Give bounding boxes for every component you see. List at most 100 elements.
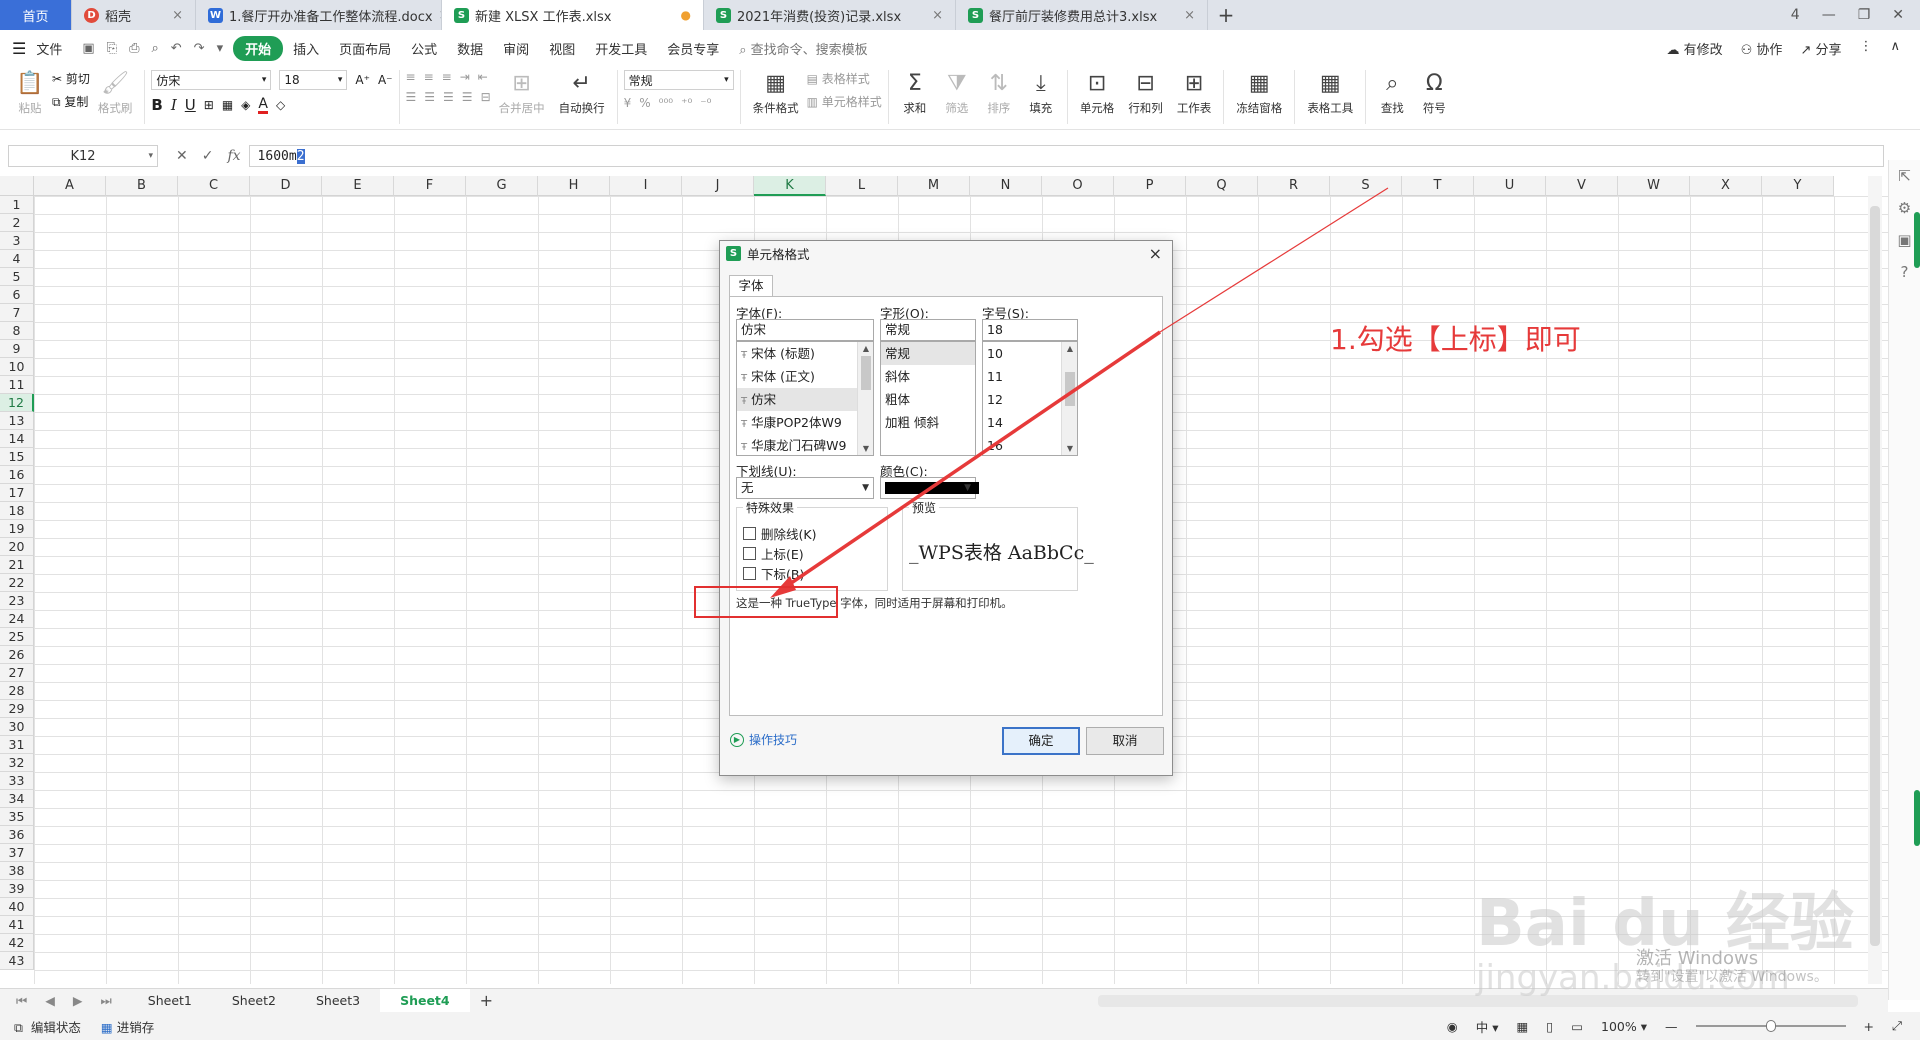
table-tools-button[interactable]: ▦ 表格工具	[1301, 70, 1359, 116]
conditional-format-button[interactable]: ▦ 条件格式	[747, 70, 805, 116]
column-header-N[interactable]: N	[970, 176, 1042, 196]
tab-5[interactable]: 审阅	[493, 39, 539, 58]
align-left-icon[interactable]: ☰	[406, 90, 417, 104]
select-all-corner[interactable]	[0, 176, 34, 196]
format-painter-button[interactable]: 🖌 格式刷	[92, 70, 139, 116]
first-sheet-icon[interactable]: ⏮	[16, 993, 27, 1009]
menu-right-1[interactable]: ⚇ 协作	[1741, 39, 1783, 58]
row-header-10[interactable]: 10	[0, 358, 34, 376]
last-sheet-icon[interactable]: ⏭	[101, 993, 112, 1009]
row-header-4[interactable]: 4	[0, 250, 34, 268]
row-header-42[interactable]: 42	[0, 934, 34, 952]
tab-7[interactable]: 开发工具	[585, 39, 657, 58]
column-header-K[interactable]: K	[754, 176, 826, 196]
row-header-26[interactable]: 26	[0, 646, 34, 664]
freeze-panes-button[interactable]: ▦ 冻结窗格	[1230, 70, 1288, 116]
row-header-21[interactable]: 21	[0, 556, 34, 574]
row-header-6[interactable]: 6	[0, 286, 34, 304]
hamburger-icon[interactable]: ☰	[12, 39, 26, 58]
row-header-43[interactable]: 43	[0, 952, 34, 970]
column-header-T[interactable]: T	[1402, 176, 1474, 196]
prev-sheet-icon[interactable]: ◀	[45, 993, 55, 1009]
column-header-L[interactable]: L	[826, 176, 898, 196]
vertical-scrollbar[interactable]	[1868, 176, 1882, 984]
number-format-select[interactable]: 常规 ▾	[623, 70, 734, 90]
column-header-Y[interactable]: Y	[1762, 176, 1834, 196]
merge-center-button[interactable]: ⊞ 合并居中	[493, 70, 551, 116]
percent-icon[interactable]: %	[639, 96, 650, 110]
restore-icon[interactable]: ❐	[1858, 7, 1871, 23]
checkbox-box[interactable]	[743, 567, 756, 580]
row-header-20[interactable]: 20	[0, 538, 34, 556]
list-item[interactable]: 斜体	[881, 365, 975, 388]
column-header-S[interactable]: S	[1330, 176, 1402, 196]
tab-0[interactable]: 开始	[233, 35, 284, 61]
redo-icon[interactable]: ↷	[194, 41, 205, 56]
minimize-icon[interactable]: —	[1822, 7, 1836, 23]
style-list[interactable]: 常规 斜体 粗体 加粗 倾斜	[880, 341, 976, 456]
page-layout-icon[interactable]: ▯	[1546, 1019, 1553, 1034]
scrollbar-thumb[interactable]	[861, 356, 871, 390]
row-header-25[interactable]: 25	[0, 628, 34, 646]
row-header-1[interactable]: 1	[0, 196, 34, 214]
align-middle-icon[interactable]: ≡	[424, 70, 434, 84]
row-header-34[interactable]: 34	[0, 790, 34, 808]
print-icon[interactable]: ⎙	[129, 41, 139, 56]
row-header-27[interactable]: 27	[0, 664, 34, 682]
rows-cols-button[interactable]: ⊟ 行和列	[1122, 70, 1169, 116]
close-icon[interactable]: ×	[932, 8, 943, 23]
document-tab[interactable]: S 餐厅前厅装修费用总计3.xlsx ×	[956, 0, 1208, 30]
row-header-11[interactable]: 11	[0, 376, 34, 394]
fill-pattern-icon[interactable]: ▦	[222, 98, 233, 112]
ok-button[interactable]: 确定	[1002, 727, 1080, 755]
row-header-31[interactable]: 31	[0, 736, 34, 754]
list-item[interactable]: Ŧ 华康POP2体W9	[737, 411, 873, 434]
more-icon[interactable]: ⋮	[1859, 39, 1872, 58]
increase-decimal-icon[interactable]: ⁺⁰	[681, 96, 692, 110]
fullscreen-icon[interactable]: ⤢	[1892, 1018, 1902, 1034]
align-right-icon[interactable]: ☰	[443, 90, 454, 104]
row-header-3[interactable]: 3	[0, 232, 34, 250]
close-window-icon[interactable]: ✕	[1892, 7, 1904, 23]
underline-button[interactable]: U	[185, 96, 196, 114]
cells-button[interactable]: ⊡ 单元格	[1074, 70, 1121, 116]
size-input[interactable]: 18	[982, 319, 1078, 341]
style-input[interactable]: 常规	[880, 319, 976, 341]
list-item[interactable]: Ŧ 华康龙门石碑W9	[737, 434, 873, 455]
increase-font-icon[interactable]: A⁺	[355, 73, 370, 87]
column-header-C[interactable]: C	[178, 176, 250, 196]
column-header-B[interactable]: B	[106, 176, 178, 196]
column-header-Q[interactable]: Q	[1186, 176, 1258, 196]
cut-button[interactable]: ✂ 剪切	[52, 70, 90, 87]
column-header-A[interactable]: A	[34, 176, 106, 196]
row-header-40[interactable]: 40	[0, 898, 34, 916]
worksheet-button[interactable]: ⊞ 工作表	[1171, 70, 1218, 116]
scrollbar-thumb[interactable]	[1870, 206, 1880, 946]
zoom-in-icon[interactable]: +	[1864, 1019, 1874, 1034]
row-header-39[interactable]: 39	[0, 880, 34, 898]
confirm-entry-icon[interactable]: ✓	[202, 148, 214, 164]
distribute-icon[interactable]: ⊟	[481, 90, 491, 104]
close-icon[interactable]: ×	[172, 8, 183, 23]
row-header-29[interactable]: 29	[0, 700, 34, 718]
list-item[interactable]: Ŧ 宋体 (正文)	[737, 365, 873, 388]
row-header-37[interactable]: 37	[0, 844, 34, 862]
zoom-slider[interactable]	[1695, 1020, 1846, 1032]
document-tab[interactable]: W1.餐厅开办准备工作整体流程.docx×	[196, 0, 442, 30]
row-header-24[interactable]: 24	[0, 610, 34, 628]
list-item[interactable]: Ŧ 宋体 (标题)	[737, 342, 873, 365]
align-center-icon[interactable]: ☰	[424, 90, 435, 104]
column-header-J[interactable]: J	[682, 176, 754, 196]
status-mode[interactable]: ⧉ 编辑状态	[14, 1017, 81, 1036]
formula-input[interactable]: 1600m 2	[248, 145, 1884, 167]
tab-home[interactable]: 首页	[0, 0, 72, 30]
copy-button[interactable]: ⧉ 复制	[52, 93, 90, 110]
decrease-font-icon[interactable]: A⁻	[378, 73, 393, 87]
function-icon[interactable]: fx	[227, 148, 240, 164]
save-icon[interactable]: ▣	[82, 41, 94, 56]
decrease-decimal-icon[interactable]: ⁻⁰	[700, 96, 711, 110]
table-style-button[interactable]: ▤ 表格样式	[807, 70, 882, 87]
size-list[interactable]: 101112141618▲▼	[982, 341, 1078, 456]
list-item[interactable]: Ŧ 仿宋	[737, 388, 873, 411]
align-top-icon[interactable]: ≡	[406, 70, 416, 84]
